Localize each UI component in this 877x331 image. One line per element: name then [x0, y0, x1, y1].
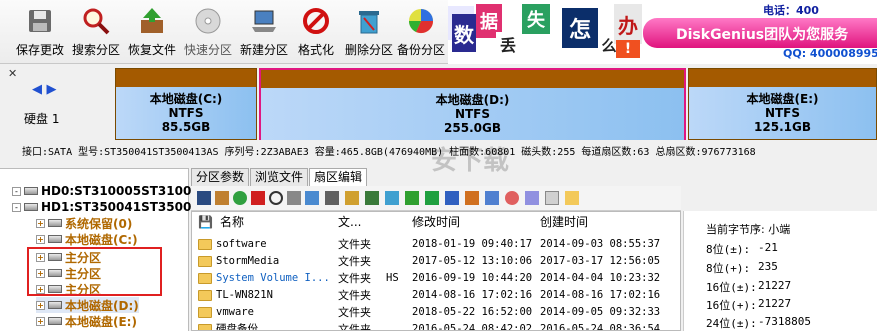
box-arrow-icon	[135, 4, 169, 38]
tree-item[interactable]: + 本地磁盘(E:)	[36, 313, 137, 329]
tree-item[interactable]: - HD0:ST310005ST31000	[12, 183, 200, 199]
recover-files-button[interactable]: 恢复文件	[128, 4, 176, 60]
pie-icon	[404, 4, 438, 38]
partition-icon	[48, 301, 62, 309]
qq-text: QQ: 4000089955	[783, 47, 877, 60]
refresh-icon[interactable]	[233, 191, 247, 205]
column-header-ctime[interactable]: 创建时间	[540, 212, 588, 232]
tree-item[interactable]: + 系统保留(0)	[36, 215, 132, 231]
tool-icon[interactable]	[365, 191, 379, 205]
tree-item[interactable]: - HD1:ST350041ST3500	[12, 199, 191, 215]
column-header-type[interactable]: 文...	[338, 212, 361, 232]
partition-icon	[48, 219, 62, 227]
new-partition-button[interactable]: 新建分区	[240, 4, 288, 60]
main-toolbar: 保存更改 搜索分区 恢复文件 快速分区 新建分区 格式化 删除分区 备份分区 数…	[0, 0, 877, 64]
banner-tile: 数	[452, 14, 476, 52]
folder-icon	[198, 307, 212, 318]
cd-icon	[191, 4, 225, 38]
save-icon[interactable]	[197, 191, 211, 205]
tab-partition-params[interactable]: 分区参数	[191, 168, 250, 186]
table-row[interactable]: StormMedia 文件夹 2017-05-12 13:10:06 2017-…	[192, 253, 680, 270]
find-icon[interactable]	[287, 191, 301, 205]
byte-row: 8位(±): -21	[706, 241, 778, 256]
folder-icon	[198, 273, 212, 284]
byte-inspector: 当前字节序: 小端 8位(±): -21 8位(+): 235 16位(±): …	[683, 211, 877, 331]
expand-icon[interactable]: +	[36, 316, 45, 326]
disk-nav-arrows[interactable]: ◀ ▶	[32, 82, 57, 97]
partition-usage-bar	[116, 69, 256, 87]
folder-icon	[198, 290, 212, 301]
search-partition-button[interactable]: 搜索分区	[72, 4, 120, 60]
table-row[interactable]: TL-WN821N 文件夹 2014-08-16 17:02:16 2014-0…	[192, 287, 680, 304]
banner-tile: 办	[614, 4, 642, 44]
column-header-mtime[interactable]: 修改时间	[412, 212, 460, 232]
brand-text: DiskGenius团队为您服务	[676, 27, 849, 43]
backup-partition-button[interactable]: 备份分区	[397, 4, 445, 60]
magnifier-icon	[79, 4, 113, 38]
format-button[interactable]: 格式化	[298, 4, 334, 60]
tree-item[interactable]: + 本地磁盘(D:)	[36, 297, 139, 313]
partition-usage-bar	[689, 69, 876, 87]
column-header-icon: 💾	[198, 215, 213, 229]
expand-icon[interactable]: -	[12, 202, 21, 212]
highlight-box	[27, 247, 162, 296]
folder-icon	[198, 256, 212, 267]
expand-icon[interactable]: +	[36, 218, 45, 228]
table-row[interactable]: software 文件夹 2018-01-19 09:40:17 2014-09…	[192, 236, 680, 253]
partition-usage-bar	[261, 70, 684, 88]
undo-icon[interactable]	[251, 191, 265, 205]
banner-tile: 怎	[562, 8, 598, 48]
banner-tile: 丢	[496, 32, 520, 56]
expand-icon[interactable]: +	[36, 234, 45, 244]
expand-icon[interactable]: -	[12, 186, 21, 196]
delete-partition-button[interactable]: 删除分区	[345, 4, 393, 60]
partition-icon	[48, 317, 62, 325]
harddisk-icon	[24, 203, 38, 211]
column-header-name[interactable]: 名称	[220, 212, 244, 232]
tab-bar: 分区参数 浏览文件 扇区编辑	[191, 168, 368, 186]
file-list: 💾 名称 文... 修改时间 创建时间 software 文件夹 2018-01…	[191, 211, 681, 331]
tab-browse-files[interactable]: 浏览文件	[250, 168, 309, 186]
harddisk-icon	[24, 187, 38, 195]
no-sign-icon	[299, 4, 333, 38]
doc-icon[interactable]	[545, 191, 559, 205]
byte-row: 16位(±): 21227	[706, 279, 792, 294]
table-row[interactable]: System Volume I... 文件夹 HS 2016-09-19 10:…	[192, 270, 680, 287]
byte-row: 24位(±): -7318805	[706, 315, 811, 330]
tool-icon[interactable]	[385, 191, 399, 205]
tab-sector-edit[interactable]: 扇区编辑	[309, 168, 368, 186]
close-icon[interactable]: ✕	[8, 67, 17, 80]
byte-row: 8位(+): 235	[706, 260, 778, 275]
watermark: 安下载	[430, 146, 509, 176]
disk-label: 硬盘 1	[24, 112, 60, 126]
table-row[interactable]: vmware 文件夹 2018-05-22 16:52:00 2014-09-0…	[192, 304, 680, 321]
partition-e[interactable]: 本地磁盘(E:) NTFS 125.1GB	[688, 68, 877, 140]
tool-icon[interactable]	[325, 191, 339, 205]
advert-banner[interactable]: 数 据 丢 失 怎 么 办 ! DiskGenius团队为您服务 电话：400 …	[448, 0, 877, 64]
search-icon[interactable]	[269, 191, 283, 205]
trash-icon	[352, 4, 386, 38]
table-row[interactable]: 硬盘备份 文件夹 2016-05-24 08:42:02 2016-05-24 …	[192, 321, 680, 330]
banner-tile: 失	[522, 4, 550, 34]
expand-icon[interactable]: +	[36, 300, 45, 310]
banner-tile: !	[616, 40, 640, 58]
save-changes-button[interactable]: 保存更改	[16, 4, 64, 60]
quick-partition-button[interactable]: 快速分区	[184, 4, 232, 60]
arrow-icon[interactable]	[305, 191, 319, 205]
tree-item[interactable]: + 本地磁盘(C:)	[36, 231, 138, 247]
folder-icon[interactable]	[565, 191, 579, 205]
phone-text: 电话：400	[763, 4, 819, 17]
partition-d[interactable]: 本地磁盘(D:) NTFS 255.0GB	[259, 68, 686, 140]
laptop-icon	[247, 4, 281, 38]
partition-icon	[48, 235, 62, 243]
copy-icon[interactable]	[215, 191, 229, 205]
tool-icon[interactable]	[345, 191, 359, 205]
folder-icon	[198, 324, 212, 330]
byte-row: 16位(+): 21227	[706, 297, 792, 312]
folder-icon	[198, 239, 212, 250]
partition-c[interactable]: 本地磁盘(C:) NTFS 85.5GB	[115, 68, 257, 140]
save-disk-icon	[23, 4, 57, 38]
byte-order-label: 当前字节序: 小端	[706, 223, 791, 236]
